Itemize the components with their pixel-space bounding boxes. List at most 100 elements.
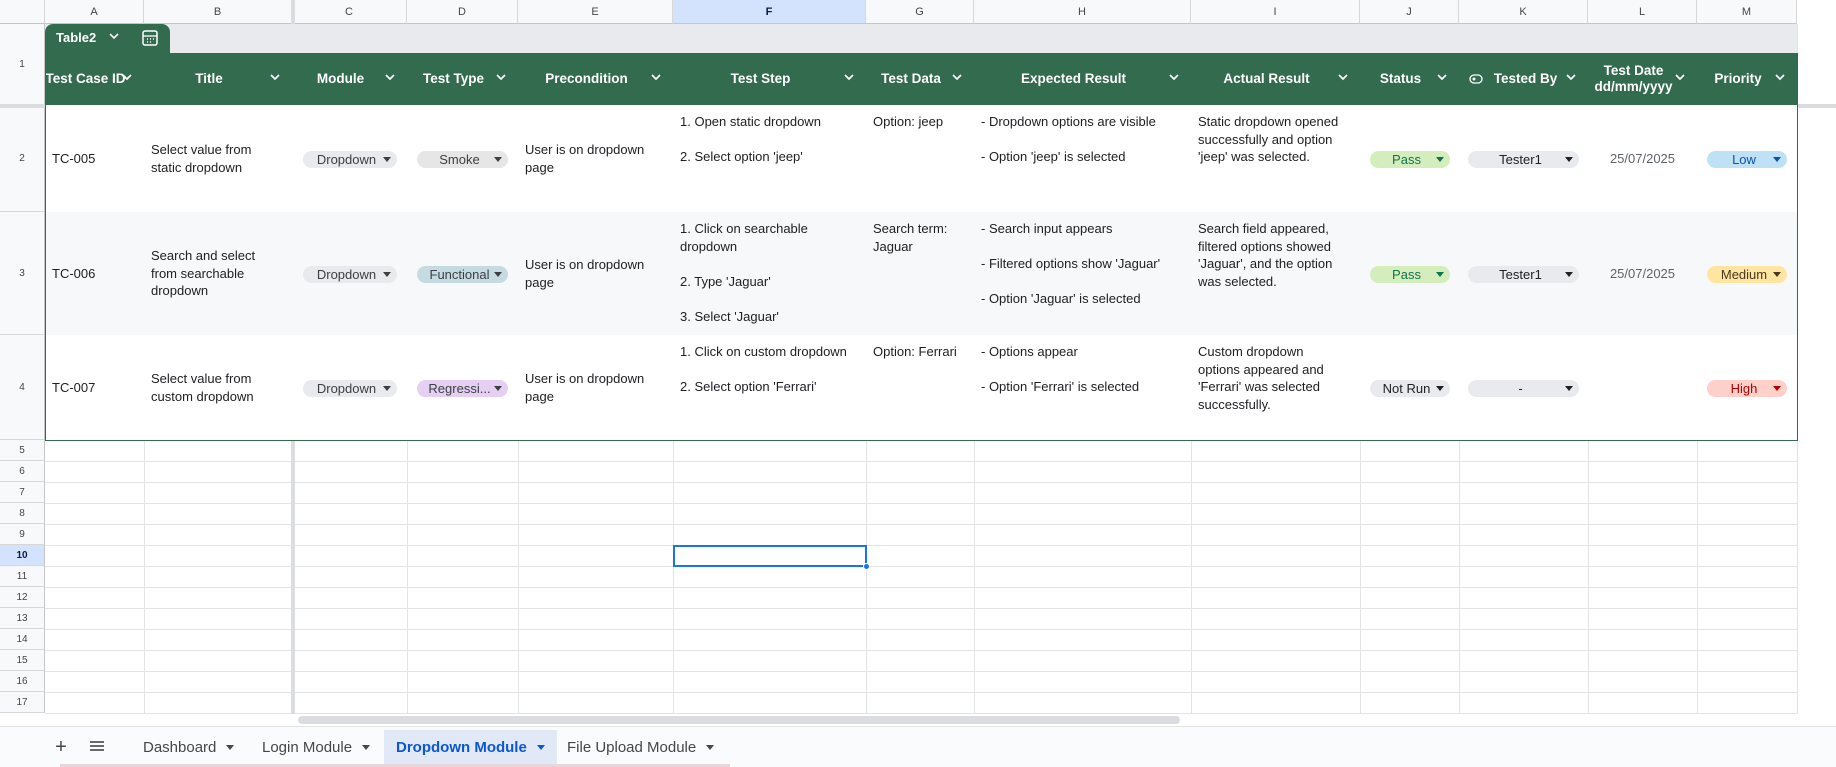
title-cell[interactable]: Select value from custom dropdown	[144, 335, 292, 440]
tested-by-chip[interactable]: -	[1468, 379, 1579, 397]
row-header-2[interactable]: 2	[0, 105, 45, 212]
filter-chevron-icon[interactable]	[1167, 70, 1181, 84]
filter-chevron-icon[interactable]	[1435, 70, 1449, 84]
sheet-tab-dropdown-module[interactable]: Dropdown Module	[384, 730, 557, 764]
row-header-16[interactable]: 16	[0, 671, 45, 692]
status-chip[interactable]: Not Run	[1369, 379, 1450, 397]
module-chip[interactable]: Dropdown	[302, 150, 397, 168]
column-header-l[interactable]: L	[1588, 0, 1697, 24]
module-chip[interactable]: Dropdown	[302, 265, 397, 283]
select-all-corner[interactable]	[0, 0, 45, 24]
horizontal-scrollbar[interactable]	[298, 716, 1180, 724]
filter-chevron-icon[interactable]	[383, 70, 397, 84]
test-step-cell[interactable]: 1. Click on searchable dropdown 2. Type …	[673, 212, 866, 335]
column-header-h[interactable]: H	[974, 0, 1191, 24]
filter-chevron-icon[interactable]	[268, 70, 282, 84]
table-header-cell[interactable]: Expected Result	[974, 53, 1191, 105]
expected-result-cell[interactable]: - Search input appears - Filtered option…	[974, 212, 1191, 335]
sheet-tab-file-upload-module[interactable]: File Upload Module	[555, 730, 726, 764]
chevron-down-icon[interactable]	[536, 744, 545, 750]
row-header-7[interactable]: 7	[0, 482, 45, 503]
tested-by-chip[interactable]: Tester1	[1468, 265, 1579, 283]
table-header-cell[interactable]: Actual Result	[1191, 53, 1360, 105]
actual-result-cell[interactable]: Static dropdown opened successfully and …	[1191, 105, 1360, 212]
column-header-a[interactable]: A	[45, 0, 144, 24]
chevron-down-icon[interactable]	[706, 744, 715, 750]
test-type-chip[interactable]: Functional	[417, 265, 508, 283]
title-cell[interactable]: Select value from static dropdown	[144, 105, 292, 212]
column-header-b[interactable]: B	[144, 0, 292, 24]
actual-result-cell[interactable]: Search field appeared, filtered options …	[1191, 212, 1360, 335]
priority-chip[interactable]: Low	[1707, 150, 1787, 168]
tested-by-chip[interactable]: Tester1	[1468, 150, 1579, 168]
precondition-cell[interactable]: User is on dropdown page	[518, 105, 673, 212]
column-header-m[interactable]: M	[1697, 0, 1797, 24]
plus-icon[interactable]: +	[50, 736, 72, 758]
priority-chip[interactable]: Medium	[1707, 265, 1787, 283]
table-header-cell[interactable]: Test Case ID	[45, 53, 144, 105]
column-header-d[interactable]: D	[407, 0, 518, 24]
test-date-cell[interactable]	[1588, 335, 1697, 440]
column-header-k[interactable]: K	[1459, 0, 1588, 24]
table-header-cell[interactable]: Status	[1360, 53, 1459, 105]
test-case-id-cell[interactable]: TC-007	[45, 335, 144, 440]
filter-chevron-icon[interactable]	[120, 70, 134, 84]
test-data-cell[interactable]: Option: jeep	[866, 105, 974, 212]
filter-chevron-icon[interactable]	[649, 70, 663, 84]
filter-chevron-icon[interactable]	[842, 70, 856, 84]
chevron-down-icon[interactable]	[226, 744, 235, 750]
filter-chevron-icon[interactable]	[950, 70, 964, 84]
row-header-6[interactable]: 6	[0, 461, 45, 482]
filter-chevron-icon[interactable]	[494, 70, 508, 84]
test-data-cell[interactable]: Search term: Jaguar	[866, 212, 974, 335]
status-chip[interactable]: Pass	[1369, 265, 1450, 283]
column-header-g[interactable]: G	[866, 0, 974, 24]
priority-chip[interactable]: High	[1707, 379, 1787, 397]
row-header-4[interactable]: 4	[0, 335, 45, 440]
actual-result-cell[interactable]: Custom dropdown options appeared and 'Fe…	[1191, 335, 1360, 440]
row-header-17[interactable]: 17	[0, 692, 45, 713]
table-header-cell[interactable]: Precondition	[518, 53, 673, 105]
fill-handle[interactable]	[863, 563, 870, 570]
title-cell[interactable]: Search and select from searchable dropdo…	[144, 212, 292, 335]
all-sheets-icon[interactable]	[89, 739, 105, 758]
table-header-cell[interactable]: Test Type	[407, 53, 518, 105]
column-header-i[interactable]: I	[1191, 0, 1360, 24]
table-header-cell[interactable]: Priority	[1697, 53, 1797, 105]
row-header-1[interactable]: 1	[0, 24, 45, 105]
test-case-id-cell[interactable]: TC-005	[45, 105, 144, 212]
table-header-cell[interactable]: Test Step	[673, 53, 866, 105]
module-chip[interactable]: Dropdown	[302, 379, 397, 397]
table-header-cell[interactable]: Title	[144, 53, 292, 105]
row-header-5[interactable]: 5	[0, 440, 45, 461]
row-header-10[interactable]: 10	[0, 545, 45, 566]
row-header-15[interactable]: 15	[0, 650, 45, 671]
table-header-cell[interactable]: Module	[292, 53, 407, 105]
chevron-down-icon[interactable]	[108, 30, 120, 45]
status-chip[interactable]: Pass	[1369, 150, 1450, 168]
table-name-tab[interactable]: Table2	[45, 24, 170, 53]
filter-chevron-icon[interactable]	[1336, 70, 1350, 84]
selected-cell[interactable]	[673, 545, 867, 567]
row-header-8[interactable]: 8	[0, 503, 45, 524]
table-header-cell[interactable]: Test Date dd/mm/yyyy	[1588, 53, 1697, 105]
column-header-j[interactable]: J	[1360, 0, 1459, 24]
table-view-icon[interactable]	[140, 29, 162, 49]
row-header-3[interactable]: 3	[0, 212, 45, 335]
test-date-cell[interactable]: 25/07/2025	[1588, 212, 1697, 335]
test-type-chip[interactable]: Smoke	[417, 150, 508, 168]
filter-chevron-icon[interactable]	[1773, 70, 1787, 84]
filter-chevron-icon[interactable]	[1673, 70, 1687, 84]
expected-result-cell[interactable]: - Options appear - Option 'Ferrari' is s…	[974, 335, 1191, 440]
chevron-down-icon[interactable]	[362, 744, 371, 750]
column-header-f[interactable]: F	[673, 0, 866, 24]
filter-chevron-icon[interactable]	[1564, 70, 1578, 84]
column-header-c[interactable]: C	[292, 0, 407, 24]
table-header-cell[interactable]: Test Data	[866, 53, 974, 105]
test-data-cell[interactable]: Option: Ferrari	[866, 335, 974, 440]
row-header-9[interactable]: 9	[0, 524, 45, 545]
precondition-cell[interactable]: User is on dropdown page	[518, 335, 673, 440]
row-header-12[interactable]: 12	[0, 587, 45, 608]
test-date-cell[interactable]: 25/07/2025	[1588, 105, 1697, 212]
sheet-tab-dashboard[interactable]: Dashboard	[131, 730, 246, 764]
